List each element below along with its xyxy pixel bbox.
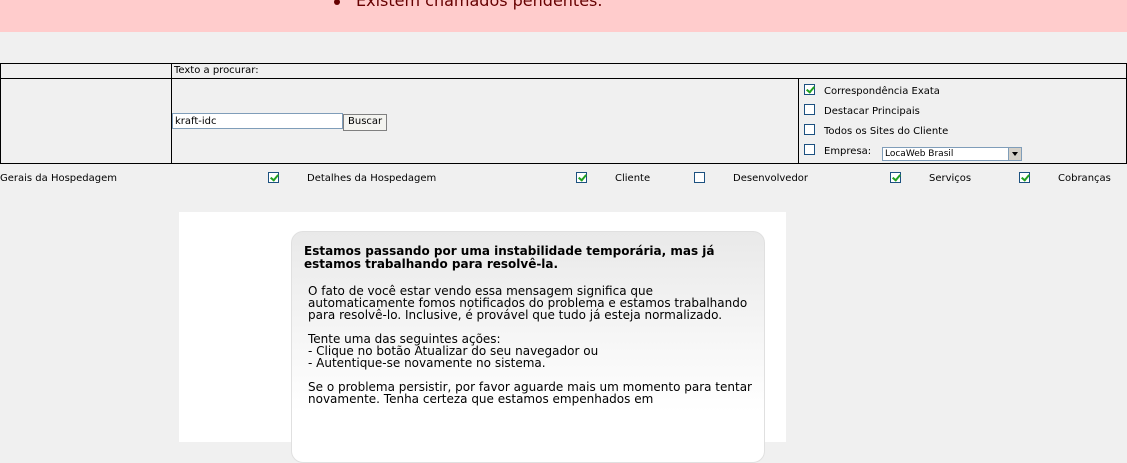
error-action-2: - Autentique-se novamente no sistema. <box>308 356 546 370</box>
category-label-detalhes: Detalhes da Hospedagem <box>307 173 437 184</box>
checkbox-icon[interactable] <box>804 144 815 155</box>
checkbox-icon[interactable] <box>694 172 705 183</box>
error-actions: Tente uma das seguintes ações: - Clique … <box>308 333 753 369</box>
option-all-client-sites[interactable]: Todos os Sites do Cliente <box>804 124 948 140</box>
option-label: Destacar Principais <box>824 106 920 117</box>
error-title: Estamos passando por uma instabilidade t… <box>304 244 715 271</box>
checkbox-icon[interactable] <box>576 172 587 183</box>
error-paragraph-1: O fato de você estar vendo essa mensagem… <box>308 284 748 322</box>
option-highlight-main[interactable]: Destacar Principais <box>804 104 920 120</box>
category-label-desenvolvedor: Desenvolvedor <box>733 173 809 184</box>
search-button[interactable]: Buscar <box>343 114 388 131</box>
category-label-servicos: Serviços <box>929 173 972 184</box>
category-checkbox-detalhes[interactable] <box>576 172 587 184</box>
category-label-gerais: Gerais da Hospedagem <box>0 173 118 184</box>
search-spacer-cell-2 <box>0 78 172 164</box>
checkbox-icon[interactable] <box>1019 172 1030 183</box>
category-label-cobrancas: Cobranças <box>1058 173 1111 184</box>
search-spacer-cell <box>0 63 172 79</box>
bullet-icon <box>334 0 340 5</box>
company-select[interactable]: LocaWeb Brasil <box>882 147 1022 161</box>
checkbox-icon[interactable] <box>890 172 901 183</box>
alert-message: Existem chamados pendentes. <box>356 0 603 10</box>
category-checkbox-gerais[interactable] <box>268 172 279 184</box>
option-label: Correspondência Exata <box>824 86 940 97</box>
checkbox-icon[interactable] <box>804 84 815 95</box>
option-label: Todos os Sites do Cliente <box>824 126 949 137</box>
option-company[interactable]: Empresa: <box>804 144 871 160</box>
alert-banner: Existem chamados pendentes. <box>0 0 1127 32</box>
category-checkbox-cliente[interactable] <box>694 172 705 184</box>
checkbox-icon[interactable] <box>268 172 279 183</box>
search-label: Texto a procurar: <box>171 63 1127 79</box>
option-exact-match[interactable]: Correspondência Exata <box>804 84 940 100</box>
alert-list: Existem chamados pendentes. <box>334 0 620 10</box>
category-label-cliente: Cliente <box>615 173 651 184</box>
checkbox-icon[interactable] <box>804 124 815 135</box>
category-checkbox-desenvolvedor[interactable] <box>890 172 901 184</box>
option-label: Empresa: <box>824 146 872 157</box>
alert-item: Existem chamados pendentes. <box>334 0 620 10</box>
category-checkbox-servicos[interactable] <box>1019 172 1030 184</box>
error-paragraph-3: Se o problema persistir, por favor aguar… <box>308 380 752 406</box>
error-body: O fato de você estar vendo essa mensagem… <box>308 285 753 417</box>
search-input[interactable] <box>172 113 343 129</box>
checkbox-icon[interactable] <box>804 104 815 115</box>
company-select-value: LocaWeb Brasil <box>885 149 954 159</box>
chevron-down-icon[interactable] <box>1008 148 1021 160</box>
